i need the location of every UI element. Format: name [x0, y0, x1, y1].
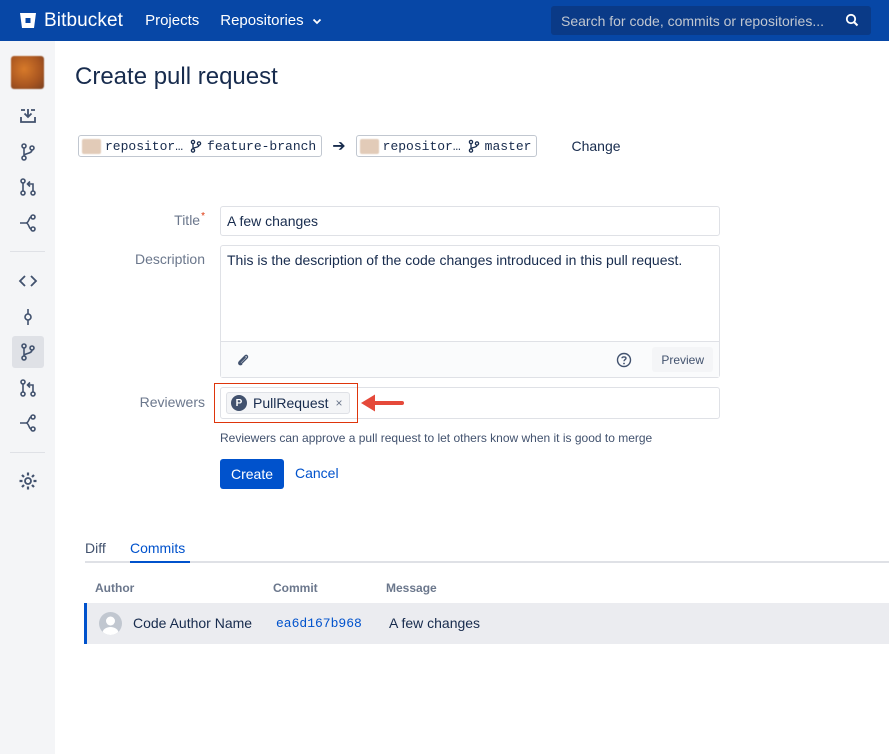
- commit-message: A few changes: [389, 615, 481, 631]
- description-toolbar: Preview: [221, 341, 719, 377]
- author-avatar: [99, 612, 122, 635]
- code-icon: [18, 275, 38, 287]
- description-editor[interactable]: This is the description of the code chan…: [220, 245, 720, 378]
- table-row[interactable]: Code Author Name ea6d167b968 A few chang…: [84, 603, 889, 644]
- title-input-value: A few changes: [227, 213, 319, 229]
- description-label: Description: [134, 251, 205, 267]
- reviewer-avatar: P: [231, 395, 247, 411]
- help-icon[interactable]: [616, 352, 632, 368]
- target-branch-name: master: [484, 138, 532, 154]
- page-title: Create pull request: [75, 63, 278, 90]
- sidebar-create-pull-request[interactable]: [12, 171, 44, 203]
- pull-request-icon: [20, 178, 36, 196]
- sidebar-settings[interactable]: [12, 465, 44, 497]
- sidebar-fork[interactable]: [12, 207, 44, 239]
- title-label: Title*: [174, 211, 205, 228]
- pull-request-icon: [20, 379, 36, 397]
- tab-commits[interactable]: Commits: [130, 540, 185, 556]
- column-header-commit: Commit: [273, 581, 318, 595]
- commit-icon: [24, 309, 32, 325]
- sidebar-divider: [10, 251, 45, 252]
- active-tab-indicator: [130, 561, 190, 563]
- sidebar-source[interactable]: [12, 265, 44, 297]
- commit-hash-link[interactable]: ea6d167b968: [276, 616, 362, 631]
- title-input[interactable]: A few changes: [220, 206, 720, 236]
- reviewer-chip: P PullRequest ×: [226, 392, 350, 414]
- nav-repositories[interactable]: Repositories: [220, 12, 323, 29]
- clone-icon: [20, 109, 36, 123]
- repo-avatar: [82, 138, 101, 154]
- cancel-button[interactable]: Cancel: [295, 465, 339, 481]
- sidebar-commits[interactable]: [12, 301, 44, 333]
- fork-icon: [20, 214, 36, 232]
- required-asterisk: *: [201, 211, 205, 222]
- tabs: Diff Commits: [85, 537, 889, 563]
- target-repo-name: repositor…: [382, 138, 461, 154]
- branch-icon: [21, 343, 35, 361]
- search-icon[interactable]: [845, 13, 859, 27]
- arrow-right-icon: ➔: [332, 138, 346, 155]
- source-repo-name: repositor…: [105, 138, 184, 154]
- search-box[interactable]: [551, 6, 871, 35]
- sidebar-forks[interactable]: [12, 407, 44, 439]
- sidebar-divider: [10, 452, 45, 453]
- remove-reviewer-button[interactable]: ×: [336, 396, 343, 410]
- column-header-message: Message: [386, 581, 437, 595]
- annotation-arrow-icon: [361, 394, 404, 412]
- sidebar-branches[interactable]: [12, 336, 44, 368]
- create-button-label: Create: [231, 466, 274, 482]
- source-branch-name: feature-branch: [207, 138, 317, 154]
- column-header-author: Author: [95, 581, 135, 595]
- source-branch-select[interactable]: repositor… feature-branch: [78, 135, 323, 157]
- bitbucket-logo[interactable]: Bitbucket: [19, 10, 123, 32]
- target-branch-select[interactable]: repositor… master: [355, 135, 538, 157]
- preview-button[interactable]: Preview: [652, 347, 713, 372]
- gear-icon: [19, 472, 37, 490]
- sidebar-clone[interactable]: [12, 100, 44, 132]
- sidebar-pull-requests[interactable]: [12, 372, 44, 404]
- sidebar-create-branch[interactable]: [12, 136, 44, 168]
- sidebar: [0, 41, 55, 754]
- title-label-text: Title: [174, 212, 201, 228]
- project-avatar[interactable]: [11, 56, 44, 89]
- fork-icon: [20, 414, 36, 432]
- reviewers-label: Reviewers: [139, 394, 205, 410]
- bitbucket-icon: [20, 13, 36, 28]
- description-textarea[interactable]: This is the description of the code chan…: [221, 246, 719, 341]
- top-navigation-bar: Bitbucket Projects Repositories: [0, 0, 889, 41]
- branch-icon: [21, 143, 35, 161]
- preview-button-label: Preview: [661, 352, 704, 367]
- commit-author-name: Code Author Name: [133, 615, 253, 631]
- main-content: Create pull request repositor… feature-b…: [55, 41, 889, 754]
- repo-avatar: [359, 138, 379, 154]
- change-branches-button[interactable]: Change: [571, 138, 620, 154]
- attachment-icon[interactable]: [236, 353, 250, 367]
- search-input[interactable]: [561, 12, 841, 29]
- nav-projects-label: Projects: [145, 12, 200, 29]
- brand-name: Bitbucket: [44, 9, 124, 31]
- chevron-down-icon: [312, 18, 321, 24]
- branch-icon: [467, 139, 481, 153]
- branch-icon: [189, 139, 203, 153]
- branch-selector: repositor… feature-branch ➔ repositor… m…: [78, 135, 621, 157]
- reviewer-name: PullRequest: [253, 395, 329, 411]
- nav-repositories-label: Repositories: [220, 12, 304, 29]
- create-button[interactable]: Create: [220, 459, 285, 489]
- nav-projects[interactable]: Projects: [145, 12, 199, 29]
- tab-diff[interactable]: Diff: [85, 540, 106, 556]
- reviewers-help-text: Reviewers can approve a pull request to …: [220, 431, 653, 445]
